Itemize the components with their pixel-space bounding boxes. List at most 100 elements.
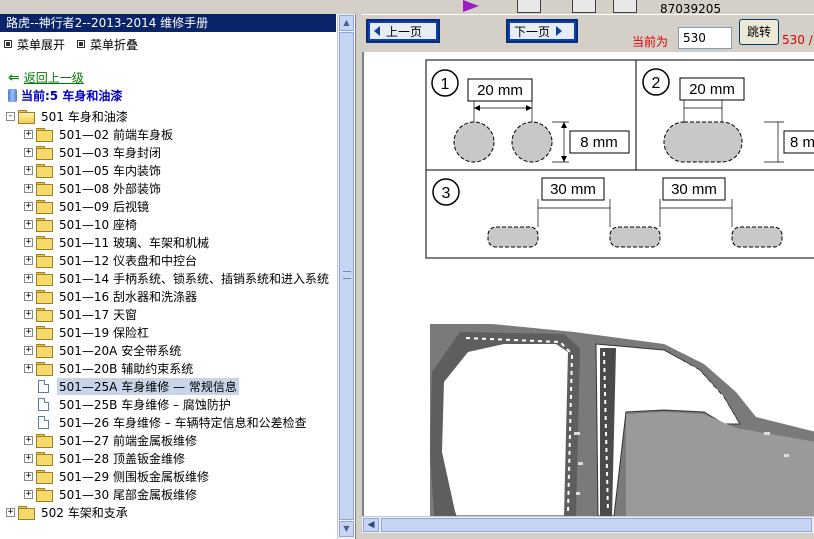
tree-item[interactable]: +501—30 尾部金属板维修 bbox=[6, 485, 336, 503]
expand-toggle-icon[interactable]: + bbox=[24, 309, 33, 319]
menu-collapse-button[interactable]: 菜单折叠 bbox=[77, 36, 138, 52]
tree-item[interactable]: 501—26 车身维修 – 车辆特定信息和公差检查 bbox=[6, 413, 336, 431]
hole-left bbox=[453, 121, 495, 163]
tree-item[interactable]: +501—03 车身封闭 bbox=[6, 143, 336, 161]
current-location: 当前:5 车身和油漆 bbox=[8, 87, 122, 104]
folder-icon bbox=[36, 362, 53, 376]
tree-item[interactable]: +501—29 侧围板金属板维修 bbox=[6, 467, 336, 485]
tree-item[interactable]: +501—14 手柄系统、锁系统、插销系统和进入系统 bbox=[6, 269, 336, 287]
tree-item-label: 501—29 侧围板金属板维修 bbox=[59, 469, 209, 484]
left-panel: 路虎--神行者2--2013-2014 维修手册 菜单展开 菜单折叠 ⇐ 返回上… bbox=[0, 14, 356, 539]
tree-item[interactable]: +501—19 保险杠 bbox=[6, 323, 336, 341]
expand-toggle-icon[interactable]: + bbox=[24, 183, 33, 193]
double-arrow-icon[interactable] bbox=[572, 0, 596, 13]
slot-3 bbox=[731, 226, 783, 248]
prev-page-button[interactable]: 上一页 bbox=[366, 19, 440, 43]
tree-item[interactable]: +501—16 刮水器和洗涤器 bbox=[6, 287, 336, 305]
folder-icon bbox=[36, 254, 53, 268]
tree-item[interactable]: +501—17 天窗 bbox=[6, 305, 336, 323]
left-triangle-icon bbox=[374, 26, 380, 36]
section-tree: -501 车身和油漆 +501—02 前端车身板 +501—03 车身封闭 +501—… bbox=[6, 107, 336, 521]
tree-item-label: 501—17 天窗 bbox=[59, 307, 137, 322]
expand-toggle-icon[interactable]: + bbox=[24, 165, 33, 175]
expand-toggle-icon[interactable]: + bbox=[6, 507, 15, 517]
expand-toggle-icon[interactable]: + bbox=[24, 255, 33, 265]
scroll-left-icon[interactable]: ◀ bbox=[363, 518, 379, 532]
collapse-toggle-icon[interactable]: - bbox=[6, 111, 15, 121]
horizontal-scroll-thumb[interactable] bbox=[381, 518, 812, 532]
tree-item-label: 501—30 尾部金属板维修 bbox=[59, 487, 197, 502]
folder-icon bbox=[36, 326, 53, 340]
folder-icon bbox=[36, 470, 53, 484]
expand-toggle-icon[interactable]: + bbox=[24, 147, 33, 157]
slot-2 bbox=[609, 226, 661, 248]
tree-item[interactable]: +501—20B 辅助约束系统 bbox=[6, 359, 336, 377]
tree-item[interactable]: +501—12 仪表盘和中控台 bbox=[6, 251, 336, 269]
tree-item-label: 501—26 车身维修 – 车辆特定信息和公差检查 bbox=[59, 415, 307, 430]
tree-item[interactable]: 501—25B 车身维修 – 腐蚀防护 bbox=[6, 395, 336, 413]
expand-toggle-icon[interactable]: + bbox=[24, 453, 33, 463]
tree-item[interactable]: +501—11 玻璃、车架和机械 bbox=[6, 233, 336, 251]
tree-item[interactable]: +501—02 前端车身板 bbox=[6, 125, 336, 143]
tree-item[interactable]: - 501 车身和油漆 bbox=[6, 107, 336, 125]
top-toolbar-strip: 87039205 bbox=[356, 0, 814, 16]
scroll-down-icon[interactable]: ▼ bbox=[339, 521, 354, 537]
tree-item-label: 501—19 保险杠 bbox=[59, 325, 149, 340]
left-scroll-thumb[interactable] bbox=[339, 32, 354, 520]
back-arrow-icon[interactable] bbox=[613, 0, 637, 13]
expand-toggle-icon[interactable]: + bbox=[24, 291, 33, 301]
expand-toggle-icon[interactable]: + bbox=[24, 327, 33, 337]
back-link[interactable]: 返回上一级 bbox=[24, 69, 84, 86]
viewer-horizontal-scrollbar[interactable]: ◀ bbox=[362, 516, 814, 533]
expand-toggle-icon[interactable]: + bbox=[24, 219, 33, 229]
tree-item[interactable]: +501—08 外部装饰 bbox=[6, 179, 336, 197]
tree-item[interactable]: +501—05 车内装饰 bbox=[6, 161, 336, 179]
tree-item[interactable]: +501—10 座椅 bbox=[6, 215, 336, 233]
folder-icon bbox=[36, 452, 53, 466]
folder-icon bbox=[36, 344, 53, 358]
tree-item[interactable]: +501—20A 安全带系统 bbox=[6, 341, 336, 359]
folder-icon bbox=[36, 218, 53, 232]
menu-expand-button[interactable]: 菜单展开 bbox=[4, 36, 65, 52]
expand-toggle-icon[interactable]: + bbox=[24, 273, 33, 283]
tree-item[interactable]: +501—28 顶盖钣金维修 bbox=[6, 449, 336, 467]
expand-toggle-icon[interactable]: + bbox=[24, 129, 33, 139]
tree-item-label: 501—28 顶盖钣金维修 bbox=[59, 451, 185, 466]
tree-item-label: 501—08 外部装饰 bbox=[59, 181, 161, 196]
expand-toggle-icon[interactable]: + bbox=[24, 435, 33, 445]
tree-item-label: 501—09 后视镜 bbox=[59, 199, 149, 214]
folder-icon bbox=[36, 488, 53, 502]
folder-icon bbox=[36, 164, 53, 178]
expand-toggle-icon[interactable]: + bbox=[24, 201, 33, 211]
purple-arrow-icon[interactable] bbox=[463, 0, 479, 12]
current-location-label: 当前:5 车身和油漆 bbox=[21, 89, 123, 103]
expand-toggle-icon[interactable]: + bbox=[24, 471, 33, 481]
first-page-icon[interactable] bbox=[517, 0, 541, 13]
folder-icon bbox=[36, 128, 53, 142]
expand-toggle-icon[interactable]: + bbox=[24, 489, 33, 499]
tree-item[interactable]: 501—25A 车身维修 — 常规信息 bbox=[6, 377, 336, 395]
panel-3-number: 3 bbox=[442, 185, 451, 202]
tree-item-label: 501 车身和油漆 bbox=[41, 109, 128, 124]
left-vertical-scrollbar[interactable]: ▲ ▼ bbox=[337, 14, 354, 539]
dim-30mm-label: 30 mm bbox=[550, 181, 596, 198]
tree-item[interactable]: +502 车架和支承 bbox=[6, 503, 336, 521]
slot-hole bbox=[663, 121, 743, 163]
document-icon bbox=[38, 397, 49, 411]
folder-icon bbox=[36, 434, 53, 448]
page-number-input[interactable] bbox=[678, 27, 732, 49]
paint-can-icon bbox=[8, 89, 17, 102]
folder-icon bbox=[36, 236, 53, 250]
scroll-up-icon[interactable]: ▲ bbox=[339, 15, 354, 31]
body-side-illustration bbox=[430, 324, 814, 516]
tree-item[interactable]: +501—27 前端金属板维修 bbox=[6, 431, 336, 449]
dim-20mm-label-2: 20 mm bbox=[689, 81, 735, 98]
expand-toggle-icon[interactable]: + bbox=[24, 345, 33, 355]
expand-toggle-icon[interactable]: + bbox=[24, 237, 33, 247]
folder-icon bbox=[36, 146, 53, 160]
tree-item[interactable]: +501—09 后视镜 bbox=[6, 197, 336, 215]
current-page-label: 当前为 bbox=[632, 35, 669, 49]
jump-button[interactable]: 跳转 bbox=[739, 19, 779, 45]
expand-toggle-icon[interactable]: + bbox=[24, 363, 33, 373]
next-page-button[interactable]: 下一页 bbox=[506, 19, 578, 43]
